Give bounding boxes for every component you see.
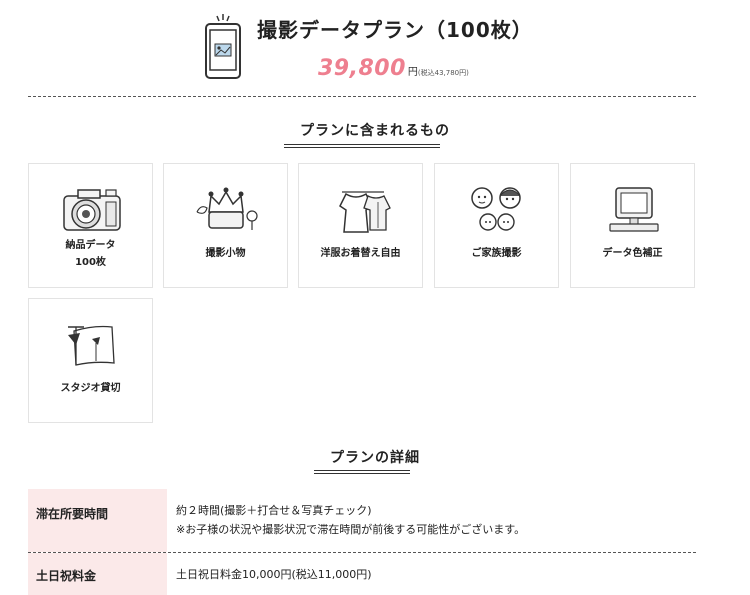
divider	[28, 96, 696, 97]
included-item-studio: スタジオ貸切	[28, 298, 153, 423]
family-icon	[471, 187, 521, 231]
studio-icon	[68, 325, 115, 366]
heading-underline	[314, 470, 410, 474]
item-label: データ色補正	[602, 248, 663, 259]
plan-header: 撮影データプラン（100枚） 39,800 円(税込43,780円)	[0, 0, 750, 96]
row-label: 土日祝料金	[28, 553, 167, 595]
detail-row-holiday-fee: 土日祝料金 土日祝日料金10,000円(税込11,000円)	[28, 553, 696, 595]
price-tax-included: (税込43,780円)	[417, 69, 469, 77]
price-yen: 円	[407, 67, 418, 78]
item-label: 撮影小物	[205, 248, 246, 259]
item-label: スタジオ貸切	[60, 383, 121, 394]
included-item-color: データ色補正	[570, 163, 695, 288]
clothes-icon	[339, 191, 391, 233]
item-label: 洋服お着替え自由	[320, 248, 401, 259]
item-label: 納品データ	[65, 240, 116, 251]
details-heading: プランの詳細	[330, 450, 420, 466]
included-item-clothes: 洋服お着替え自由	[298, 163, 423, 288]
smartphone-icon	[205, 14, 241, 79]
row-value: 約２時間(撮影＋打合せ＆写真チェック) ※お子様の状況や撮影状況で滞在時間が前後…	[176, 504, 526, 536]
row-value: 土日祝日料金10,000円(税込11,000円)	[176, 568, 372, 581]
heading-underline	[284, 144, 440, 148]
camera-icon	[63, 189, 121, 231]
detail-row-stay-time: 滞在所要時間 約２時間(撮影＋打合せ＆写真チェック) ※お子様の状況や撮影状況で…	[28, 489, 696, 552]
plan-price: 39,800 円(税込43,780円)	[318, 56, 469, 81]
included-item-family: ご家族撮影	[434, 163, 559, 288]
price-amount: 39,800	[318, 56, 406, 81]
included-heading: プランに含まれるもの	[300, 123, 450, 139]
computer-icon	[609, 187, 659, 232]
props-icon	[196, 187, 258, 230]
item-label: ご家族撮影	[471, 248, 522, 259]
plan-title: 撮影データプラン（100枚）	[255, 14, 537, 43]
included-item-props: 撮影小物	[163, 163, 288, 288]
item-label-line2: 100枚	[75, 257, 106, 268]
row-label: 滞在所要時間	[28, 489, 167, 552]
included-item-data: 納品データ 100枚	[28, 163, 153, 288]
